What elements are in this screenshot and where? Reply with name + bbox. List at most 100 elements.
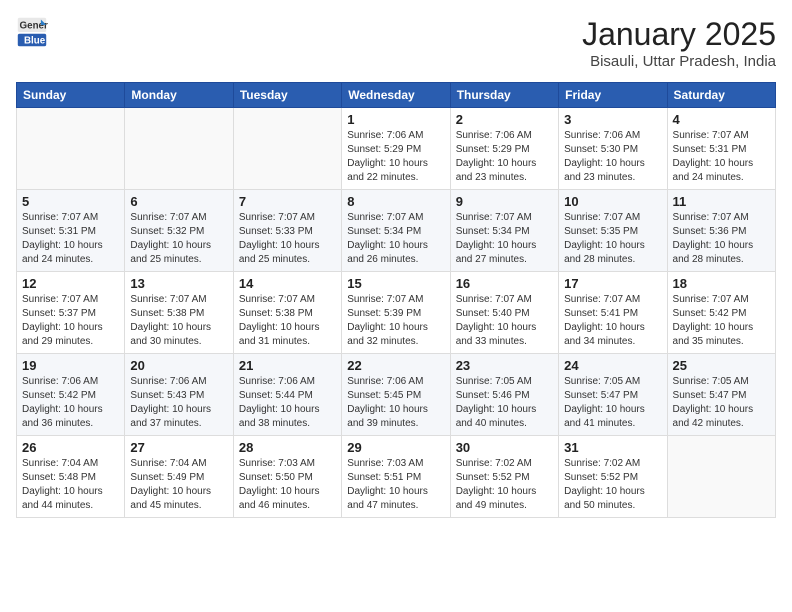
calendar-cell: 28Sunrise: 7:03 AM Sunset: 5:50 PM Dayli… (233, 436, 341, 518)
calendar-cell: 7 Sunrise: 7:07 AM Sunset: 5:33 PM Daylig… (233, 190, 341, 272)
day-number: 15 (347, 276, 444, 291)
day-number: 19 (22, 358, 119, 373)
calendar-cell: 22 Sunrise: 7:06 AM Sunset: 5:45 PM Dayli… (342, 354, 450, 436)
day-number: 25 (673, 358, 770, 373)
day-number: 16 (456, 276, 553, 291)
day-number: 1 (347, 112, 444, 127)
calendar-week-5: 26 Sunrise: 7:04 AM Sunset: 5:48 PM Dayli… (17, 436, 776, 518)
day-number: 24 (564, 358, 661, 373)
day-number: 9 (456, 194, 553, 209)
day-number: 29 (347, 440, 444, 455)
calendar-cell (17, 108, 125, 190)
day-info: Sunrise: 7:05 AM Sunset: 5:47 PM Dayligh… (673, 375, 770, 431)
col-header-tuesday: Tuesday (233, 83, 341, 108)
day-info: Sunrise: 7:03 AM Sunset: 5:51 PM Dayligh… (347, 457, 444, 513)
day-info: Sunrise: 7:04 AM Sunset: 5:49 PM Dayligh… (130, 457, 227, 513)
calendar-cell: 1 Sunrise: 7:06 AM Sunset: 5:29 PM Daylig… (342, 108, 450, 190)
calendar-cell: 20Sunrise: 7:06 AM Sunset: 5:43 PM Dayli… (125, 354, 233, 436)
calendar-cell: 30 Sunrise: 7:02 AM Sunset: 5:52 PM Dayli… (450, 436, 558, 518)
day-info: Sunrise: 7:07 AM Sunset: 5:38 PM Dayligh… (130, 293, 227, 349)
calendar-cell: 23 Sunrise: 7:05 AM Sunset: 5:46 PM Dayli… (450, 354, 558, 436)
calendar-cell: 15 Sunrise: 7:07 AM Sunset: 5:39 PM Dayli… (342, 272, 450, 354)
day-info: Sunrise: 7:07 AM Sunset: 5:42 PM Dayligh… (673, 293, 770, 349)
day-info: Sunrise: 7:06 AM Sunset: 5:44 PM Dayligh… (239, 375, 336, 431)
day-number: 21 (239, 358, 336, 373)
day-info: Sunrise: 7:06 AM Sunset: 5:42 PM Dayligh… (22, 375, 119, 431)
day-info: Sunrise: 7:07 AM Sunset: 5:37 PM Dayligh… (22, 293, 119, 349)
day-info: Sunrise: 7:05 AM Sunset: 5:46 PM Dayligh… (456, 375, 553, 431)
day-info: Sunrise: 7:07 AM Sunset: 5:34 PM Dayligh… (347, 211, 444, 267)
calendar-cell (125, 108, 233, 190)
calendar-header-row: SundayMondayTuesdayWednesdayThursdayFrid… (17, 83, 776, 108)
calendar-cell: 12 Sunrise: 7:07 AM Sunset: 5:37 PM Dayli… (17, 272, 125, 354)
day-number: 17 (564, 276, 661, 291)
day-number: 11 (673, 194, 770, 209)
day-number: 26 (22, 440, 119, 455)
calendar-week-2: 5Sunrise: 7:07 AM Sunset: 5:31 PM Daylig… (17, 190, 776, 272)
calendar-cell: 21 Sunrise: 7:06 AM Sunset: 5:44 PM Dayli… (233, 354, 341, 436)
calendar-cell: 29 Sunrise: 7:03 AM Sunset: 5:51 PM Dayli… (342, 436, 450, 518)
col-header-saturday: Saturday (667, 83, 775, 108)
col-header-sunday: Sunday (17, 83, 125, 108)
day-number: 23 (456, 358, 553, 373)
day-info: Sunrise: 7:06 AM Sunset: 5:29 PM Dayligh… (347, 129, 444, 185)
svg-text:Blue: Blue (24, 36, 46, 47)
day-info: Sunrise: 7:07 AM Sunset: 5:32 PM Dayligh… (130, 211, 227, 267)
day-info: Sunrise: 7:06 AM Sunset: 5:30 PM Dayligh… (564, 129, 661, 185)
day-number: 18 (673, 276, 770, 291)
location-subtitle: Bisauli, Uttar Pradesh, India (582, 53, 776, 70)
day-number: 10 (564, 194, 661, 209)
day-info: Sunrise: 7:06 AM Sunset: 5:45 PM Dayligh… (347, 375, 444, 431)
day-info: Sunrise: 7:07 AM Sunset: 5:36 PM Dayligh… (673, 211, 770, 267)
calendar-cell: 14Sunrise: 7:07 AM Sunset: 5:38 PM Dayli… (233, 272, 341, 354)
day-number: 8 (347, 194, 444, 209)
day-number: 30 (456, 440, 553, 455)
col-header-monday: Monday (125, 83, 233, 108)
col-header-wednesday: Wednesday (342, 83, 450, 108)
day-info: Sunrise: 7:07 AM Sunset: 5:40 PM Dayligh… (456, 293, 553, 349)
day-number: 2 (456, 112, 553, 127)
day-info: Sunrise: 7:07 AM Sunset: 5:33 PM Dayligh… (239, 211, 336, 267)
day-number: 7 (239, 194, 336, 209)
calendar-week-1: 1 Sunrise: 7:06 AM Sunset: 5:29 PM Daylig… (17, 108, 776, 190)
day-info: Sunrise: 7:07 AM Sunset: 5:41 PM Dayligh… (564, 293, 661, 349)
day-number: 22 (347, 358, 444, 373)
day-number: 31 (564, 440, 661, 455)
page-title: January 2025 (582, 16, 776, 53)
day-number: 5 (22, 194, 119, 209)
calendar-cell: 3 Sunrise: 7:06 AM Sunset: 5:30 PM Daylig… (559, 108, 667, 190)
logo-icon: General Blue (16, 16, 48, 48)
day-info: Sunrise: 7:02 AM Sunset: 5:52 PM Dayligh… (456, 457, 553, 513)
day-number: 13 (130, 276, 227, 291)
svg-text:General: General (20, 20, 48, 31)
day-number: 14 (239, 276, 336, 291)
calendar-cell: 27 Sunrise: 7:04 AM Sunset: 5:49 PM Dayli… (125, 436, 233, 518)
calendar-cell: 26 Sunrise: 7:04 AM Sunset: 5:48 PM Dayli… (17, 436, 125, 518)
day-number: 20 (130, 358, 227, 373)
calendar-cell: 16 Sunrise: 7:07 AM Sunset: 5:40 PM Dayli… (450, 272, 558, 354)
calendar-cell: 24Sunrise: 7:05 AM Sunset: 5:47 PM Dayli… (559, 354, 667, 436)
day-info: Sunrise: 7:02 AM Sunset: 5:52 PM Dayligh… (564, 457, 661, 513)
calendar-cell: 8 Sunrise: 7:07 AM Sunset: 5:34 PM Daylig… (342, 190, 450, 272)
calendar-cell: 11 Sunrise: 7:07 AM Sunset: 5:36 PM Dayli… (667, 190, 775, 272)
day-number: 6 (130, 194, 227, 209)
calendar-cell: 18 Sunrise: 7:07 AM Sunset: 5:42 PM Dayli… (667, 272, 775, 354)
calendar-cell: 9Sunrise: 7:07 AM Sunset: 5:34 PM Daylig… (450, 190, 558, 272)
day-info: Sunrise: 7:07 AM Sunset: 5:39 PM Dayligh… (347, 293, 444, 349)
day-info: Sunrise: 7:07 AM Sunset: 5:31 PM Dayligh… (673, 129, 770, 185)
day-info: Sunrise: 7:07 AM Sunset: 5:35 PM Dayligh… (564, 211, 661, 267)
calendar-cell: 25 Sunrise: 7:05 AM Sunset: 5:47 PM Dayli… (667, 354, 775, 436)
day-number: 12 (22, 276, 119, 291)
day-number: 27 (130, 440, 227, 455)
calendar-cell: 19 Sunrise: 7:06 AM Sunset: 5:42 PM Dayli… (17, 354, 125, 436)
calendar-cell: 13 Sunrise: 7:07 AM Sunset: 5:38 PM Dayli… (125, 272, 233, 354)
calendar-cell: 4Sunrise: 7:07 AM Sunset: 5:31 PM Daylig… (667, 108, 775, 190)
calendar-cell (233, 108, 341, 190)
calendar-cell: 10 Sunrise: 7:07 AM Sunset: 5:35 PM Dayli… (559, 190, 667, 272)
calendar-cell: 2Sunrise: 7:06 AM Sunset: 5:29 PM Daylig… (450, 108, 558, 190)
day-info: Sunrise: 7:04 AM Sunset: 5:48 PM Dayligh… (22, 457, 119, 513)
calendar-cell: 5Sunrise: 7:07 AM Sunset: 5:31 PM Daylig… (17, 190, 125, 272)
calendar-week-3: 12 Sunrise: 7:07 AM Sunset: 5:37 PM Dayli… (17, 272, 776, 354)
calendar-week-4: 19 Sunrise: 7:06 AM Sunset: 5:42 PM Dayli… (17, 354, 776, 436)
day-number: 3 (564, 112, 661, 127)
